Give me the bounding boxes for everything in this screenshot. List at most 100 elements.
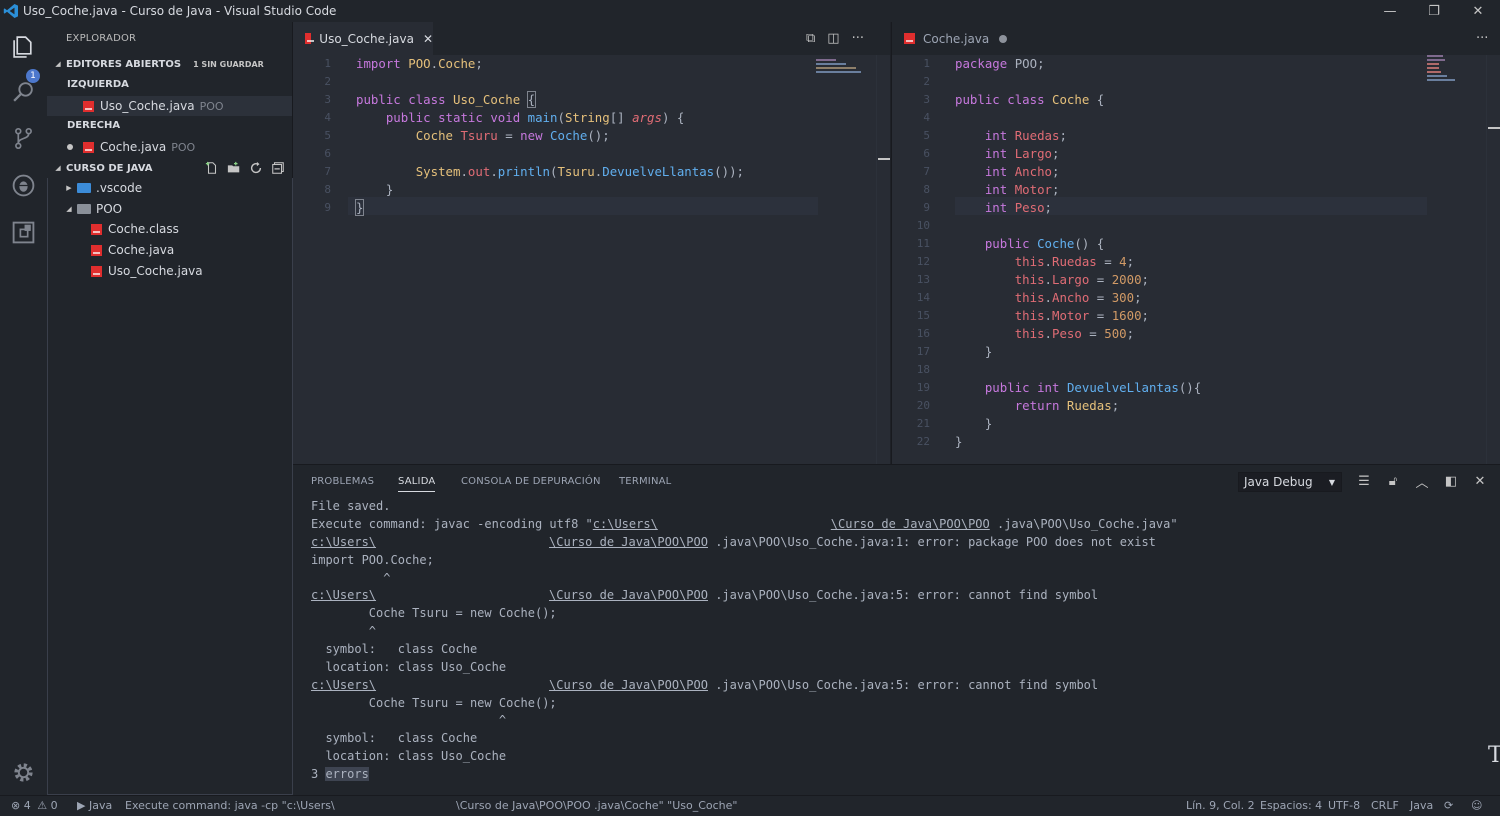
left-scrollbar[interactable] [876,55,890,464]
dropdown-arrow-icon: ▼ [1328,477,1335,487]
chevron-down-icon: ◢ [66,205,72,213]
tree-folder-poo[interactable]: ◢ POO [47,199,292,219]
output-line: c:\Users\ \Curso de Java\POO\POO .java\PO… [311,535,1156,549]
close-panel-icon[interactable]: ✕ [1472,474,1488,489]
right-editor[interactable]: 1 2 3 4 5 6 7 8 9 10 11 12 13 14 15 16 17 18 19 20 21 22 pack… [891,55,1500,464]
indentation-status[interactable]: Espacios: 4 [1260,799,1322,812]
lock-scroll-icon[interactable]: 🔓︎ [1385,474,1401,489]
code-line: int Ancho; [984,164,1060,179]
toggle-panel-position-icon[interactable]: ◧ [1443,474,1459,489]
line-number: 5 [923,129,930,142]
minimap[interactable] [1427,55,1487,81]
eol-status[interactable]: CRLF [1371,799,1399,812]
output-channel-select[interactable]: Java Debug ▼ [1238,472,1342,492]
cursor-position[interactable]: Lín. 9, Col. 2 [1186,799,1255,812]
code-line: this.Ancho = 300; [1014,290,1142,305]
line-number: 4 [923,111,930,124]
split-editor-icon[interactable]: ◫ [827,31,839,46]
unsaved-count: 1 SIN GUARDAR [193,59,264,69]
chevron-right-icon: ▶ [66,184,72,192]
maximize-panel-icon[interactable]: ︿ [1414,472,1430,491]
workspace-header[interactable]: ◢ CURSO DE JAVA [47,158,293,178]
line-number: 12 [916,255,930,268]
code-line: int Ruedas; [984,128,1067,143]
line-number: 1 [923,57,930,70]
open-changes-icon[interactable]: ⧉ [806,31,815,46]
new-folder-icon[interactable] [227,161,241,175]
tree-file-coche-class[interactable]: Coche.class [47,219,292,239]
line-number: 9 [324,201,331,214]
code-line: } [955,344,993,359]
line-number: 2 [923,75,930,88]
minimap[interactable] [816,59,876,79]
code-line: public int DevuelveLlantas(){ [984,380,1202,395]
tab-coche[interactable]: Coche.java [892,22,1010,55]
open-editor-coche[interactable]: Coche.java POO [47,137,292,157]
status-bar: ⊗ 4 ⚠ 0 ▶ Java Execute command: java -cp… [0,795,1500,816]
refresh-icon[interactable] [249,161,263,175]
left-editor[interactable]: 1 2 3 4 5 6 7 8 9 import POO.Coche; public class… [293,55,890,464]
code-line: public class Uso_Coche { [356,91,537,108]
collapse-arrow-icon: ◢ [55,60,61,68]
run-java-status[interactable]: ▶ Java [77,799,112,812]
window-title: Uso_Coche.java - Curso de Java - Visual … [23,4,337,18]
close-window-button[interactable]: ✕ [1456,0,1500,22]
vscode-folder-icon [77,183,91,193]
line-number: 8 [923,183,930,196]
text-cursor-icon: T [1488,743,1500,768]
more-actions-icon[interactable]: ··· [852,31,864,46]
clear-output-icon[interactable]: ☰ [1356,474,1372,489]
code-line: public Coche() { [984,236,1105,251]
tree-folder-vscode[interactable]: ▶ .vscode [47,178,292,198]
sync-icon[interactable]: ⟳ [1444,799,1453,812]
tree-file-coche-java[interactable]: Coche.java [47,240,292,260]
tree-file-uso-coche-java[interactable]: Uso_Coche.java [47,261,292,281]
settings-gear-icon[interactable] [11,760,36,785]
line-number: 19 [916,381,930,394]
debug-icon[interactable] [11,173,36,198]
output-line: Coche Tsuru = new Coche(); [311,696,557,710]
close-tab-icon[interactable]: ✕ [423,32,433,46]
line-number: 6 [324,147,331,160]
output-line: File saved. [311,499,391,513]
tab-uso-coche[interactable]: Uso_Coche.java ✕ [293,22,433,55]
open-editor-uso-coche[interactable]: Uso_Coche.java POO [47,96,292,116]
line-number: 3 [923,93,930,106]
line-number: 18 [916,363,930,376]
collapse-all-icon[interactable] [271,161,285,175]
problems-status[interactable]: ⊗ 4 ⚠ 0 [11,799,58,812]
more-actions-icon[interactable]: ··· [1476,31,1488,46]
right-tab-bar: Coche.java [891,22,1500,55]
right-scrollbar[interactable] [1486,55,1500,464]
new-file-icon[interactable] [205,161,219,175]
code-line: this.Peso = 500; [1014,326,1135,341]
search-icon[interactable] [11,80,36,105]
line-number: 13 [916,273,930,286]
panel-tab-debug-console[interactable]: CONSOLA DE DEPURACIÓN [461,476,601,487]
line-number: 5 [324,129,331,142]
output-line: Coche Tsuru = new Coche(); [311,606,557,620]
encoding-status[interactable]: UTF-8 [1328,799,1360,812]
minimize-button[interactable]: — [1368,0,1412,22]
panel-tab-terminal[interactable]: TERMINAL [619,476,671,487]
activity-bar: 1 [0,22,47,795]
line-number: 8 [324,183,331,196]
panel-tab-problems[interactable]: PROBLEMAS [311,476,374,487]
code-line: } [354,199,365,216]
panel-tab-output[interactable]: SALIDA [398,476,436,492]
line-number: 21 [916,417,930,430]
source-control-icon[interactable] [11,126,36,151]
files-icon[interactable] [11,34,36,59]
language-mode[interactable]: Java [1410,799,1433,812]
output-line: c:\Users\ \Curso de Java\POO\POO .java\PO… [311,678,1099,692]
right-editor-actions: ··· [1476,22,1488,55]
code-line: } [356,182,394,197]
restore-button[interactable]: ❐ [1412,0,1456,22]
output-line: ^ [311,571,391,585]
java-file-icon [305,33,315,44]
code-line: package POO; [955,56,1045,71]
open-editors-header[interactable]: ◢ EDITORES ABIERTOS 1 SIN GUARDAR [47,54,293,74]
feedback-smiley-icon[interactable]: ☺ [1471,799,1482,812]
code-line: import POO.Coche; [356,56,483,71]
extensions-icon[interactable] [11,220,36,245]
